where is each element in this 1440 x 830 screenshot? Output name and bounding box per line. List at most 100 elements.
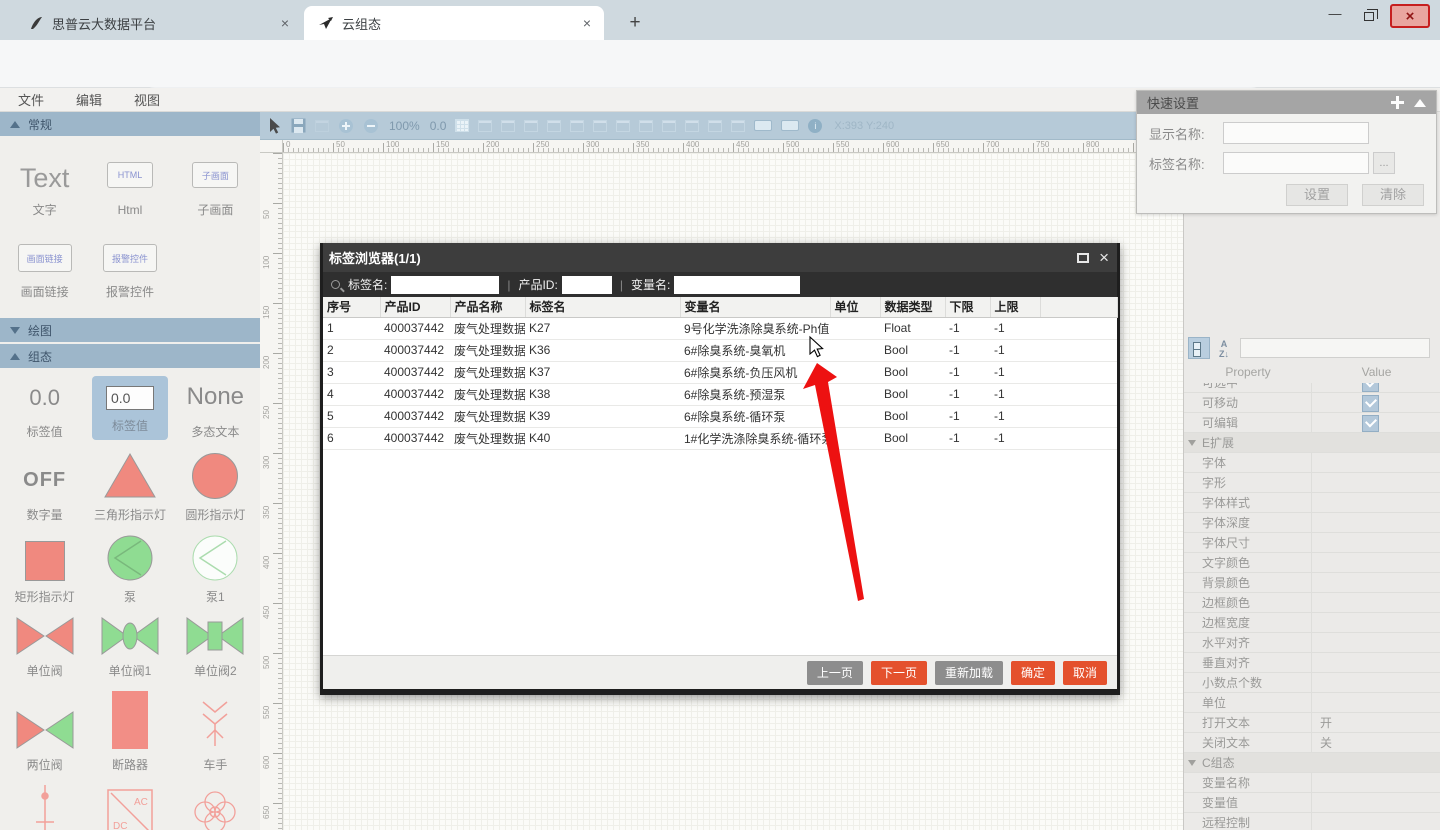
display-name-input[interactable] xyxy=(1223,122,1369,144)
ok-button[interactable]: 确定 xyxy=(1011,661,1055,685)
clear-button[interactable]: 清除 xyxy=(1362,184,1424,206)
keyboard-icon-2[interactable] xyxy=(781,120,799,131)
menu-file[interactable]: 文件 xyxy=(18,90,58,109)
property-filter-input[interactable] xyxy=(1240,338,1430,358)
close-icon[interactable]: × xyxy=(1099,248,1109,268)
table-row[interactable]: 4 400037442 废气处理数据采 K38 6#除臭系统-预湿泵 Bool … xyxy=(323,383,1117,405)
property-value[interactable] xyxy=(1312,433,1440,453)
property-value[interactable] xyxy=(1312,553,1440,573)
palette-item-tagvalue[interactable]: 0.0 标签值 xyxy=(27,376,63,440)
distribute-h-icon[interactable] xyxy=(662,120,676,132)
palette-item-rt[interactable]: RT xyxy=(192,785,238,830)
distribute-v-icon[interactable] xyxy=(685,120,699,132)
palette-item-valve2[interactable]: 单位阀2 xyxy=(186,617,244,679)
pause-icon[interactable] xyxy=(731,120,745,132)
property-value[interactable] xyxy=(1312,513,1440,533)
table-row[interactable]: 6 400037442 废气处理数据采 K40 1#化学洗涤除臭系统-循环泵 B… xyxy=(323,427,1117,449)
palette-item-screenlink[interactable]: 画面链接 画面链接 xyxy=(18,244,72,300)
col-tag-name[interactable]: 标签名 xyxy=(525,297,680,317)
align-bottom-icon[interactable] xyxy=(639,120,653,132)
property-value[interactable] xyxy=(1312,753,1440,773)
undo-icon[interactable] xyxy=(315,120,329,132)
set-button[interactable]: 设置 xyxy=(1286,184,1348,206)
col-low-limit[interactable]: 下限 xyxy=(945,297,990,317)
property-value[interactable] xyxy=(1312,453,1440,473)
col-var-name[interactable]: 变量名 xyxy=(680,297,830,317)
property-row[interactable]: 字体尺寸 xyxy=(1184,533,1440,553)
col-unit[interactable]: 单位 xyxy=(830,297,880,317)
palette-item-digital[interactable]: OFF 数字量 xyxy=(23,452,66,523)
maximize-icon[interactable] xyxy=(1077,253,1089,263)
col-high-limit[interactable]: 上限 xyxy=(990,297,1040,317)
collapse-panel-icon[interactable] xyxy=(1414,99,1426,107)
property-row[interactable]: 小数点个数 xyxy=(1184,673,1440,693)
property-value[interactable] xyxy=(1312,673,1440,693)
copy-icon[interactable] xyxy=(478,120,492,132)
section-scada[interactable]: 组态 xyxy=(0,344,260,368)
property-row[interactable]: 可编辑 xyxy=(1184,413,1440,433)
property-row[interactable]: 打开文本 开 xyxy=(1184,713,1440,733)
palette-item-tagvalue-selected[interactable]: 0.0 标签值 xyxy=(92,376,168,440)
tag-filter-input[interactable] xyxy=(391,276,499,294)
property-row[interactable]: 文字颜色 xyxy=(1184,553,1440,573)
quick-settings-titlebar[interactable]: 快速设置 xyxy=(1137,91,1436,114)
product-filter-input[interactable] xyxy=(562,276,612,294)
property-row[interactable]: 变量名称 xyxy=(1184,773,1440,793)
new-tab-button[interactable]: + xyxy=(622,10,648,36)
var-filter-input[interactable] xyxy=(674,276,800,294)
palette-item-breaker[interactable]: 断路器 xyxy=(112,691,148,773)
dialog-titlebar[interactable]: 标签浏览器(1/1) × xyxy=(323,243,1117,272)
property-row[interactable]: 字体样式 xyxy=(1184,493,1440,513)
align-center-icon[interactable] xyxy=(547,120,561,132)
property-row[interactable]: 字体深度 xyxy=(1184,513,1440,533)
same-size-icon[interactable] xyxy=(708,120,722,132)
property-value[interactable] xyxy=(1312,693,1440,713)
property-value[interactable] xyxy=(1312,533,1440,553)
palette-item-subscreen[interactable]: 子画面 子画面 xyxy=(192,162,238,218)
grid-toggle-icon[interactable] xyxy=(455,119,469,132)
palette-item-inverter[interactable]: ACDC 逆变器 xyxy=(107,785,153,830)
property-row[interactable]: E扩展 xyxy=(1184,433,1440,453)
next-page-button[interactable]: 下一页 xyxy=(871,661,927,685)
property-value[interactable] xyxy=(1312,633,1440,653)
property-value[interactable]: 开 xyxy=(1312,713,1440,733)
align-left-icon[interactable] xyxy=(524,120,538,132)
property-value[interactable] xyxy=(1312,813,1440,830)
property-row[interactable]: 水平对齐 xyxy=(1184,633,1440,653)
property-row[interactable]: 垂直对齐 xyxy=(1184,653,1440,673)
search-icon[interactable] xyxy=(501,120,515,132)
property-value[interactable] xyxy=(1312,613,1440,633)
palette-item-html[interactable]: HTML Html xyxy=(107,162,153,218)
select-tool-icon[interactable] xyxy=(269,118,282,134)
property-row[interactable]: C组态 xyxy=(1184,753,1440,773)
palette-item-circle-indicator[interactable]: 圆形指示灯 xyxy=(185,452,245,523)
tab-scada-editor[interactable]: 云组态 × xyxy=(304,6,604,40)
property-row[interactable]: 边框颜色 xyxy=(1184,593,1440,613)
align-right-icon[interactable] xyxy=(570,120,584,132)
property-value[interactable] xyxy=(1312,593,1440,613)
reload-button[interactable]: 重新加载 xyxy=(935,661,1003,685)
browse-tags-button[interactable]: ... xyxy=(1373,152,1395,174)
section-drawing[interactable]: 绘图 xyxy=(0,318,260,342)
palette-item-alarm[interactable]: 报警控件 报警控件 xyxy=(103,244,157,300)
dock-icon[interactable] xyxy=(1391,96,1404,109)
property-row[interactable]: 单位 xyxy=(1184,693,1440,713)
property-row[interactable]: 字体 xyxy=(1184,453,1440,473)
palette-item-pump[interactable]: 泵 xyxy=(107,535,153,605)
palette-item-rect-indicator[interactable]: 矩形指示灯 xyxy=(15,535,75,605)
tab-dataplatform[interactable]: 思普云大数据平台 × xyxy=(14,6,302,40)
property-row[interactable]: 边框宽度 xyxy=(1184,613,1440,633)
table-row[interactable]: 1 400037442 废气处理数据采 K27 9号化学洗涤除臭系统-Ph值 F… xyxy=(323,317,1117,339)
menu-view[interactable]: 视图 xyxy=(134,90,174,109)
property-row[interactable]: 字形 xyxy=(1184,473,1440,493)
sort-az-icon[interactable]: AZ↓ xyxy=(1213,337,1235,359)
keyboard-icon-1[interactable] xyxy=(754,120,772,131)
property-value[interactable] xyxy=(1312,573,1440,593)
align-top-icon[interactable] xyxy=(593,120,607,132)
table-row[interactable]: 3 400037442 废气处理数据采 K37 6#除臭系统-负压风机 Bool… xyxy=(323,361,1117,383)
cancel-button[interactable]: 取消 xyxy=(1063,661,1107,685)
window-close-button[interactable]: × xyxy=(1390,4,1430,28)
palette-item-text[interactable]: Text 文字 xyxy=(20,162,70,218)
col-data-type[interactable]: 数据类型 xyxy=(880,297,945,317)
palette-item-knife-switch[interactable]: 刀闸 xyxy=(32,785,58,830)
